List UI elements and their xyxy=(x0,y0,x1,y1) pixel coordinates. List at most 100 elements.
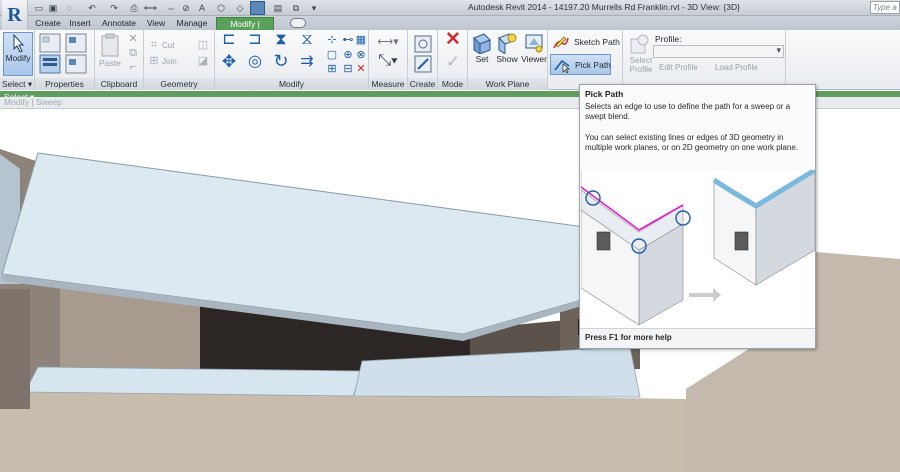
mirror-axis-icon[interactable]: ⧗ xyxy=(271,32,291,53)
panel-measure-label: Measure xyxy=(369,78,407,90)
switch-windows-icon[interactable]: ⧉ xyxy=(290,2,302,14)
cursor-arrow-icon xyxy=(13,33,25,53)
tab-annotate[interactable]: Annotate xyxy=(99,17,139,30)
cancel-edit-icon[interactable]: ✕ xyxy=(444,30,462,51)
pick-path-label: Pick Path xyxy=(575,60,611,70)
show-workplane-button[interactable]: Show xyxy=(496,32,518,64)
tab-create[interactable]: Create xyxy=(33,17,63,30)
split-element-icon[interactable]: ⊹ xyxy=(325,34,339,47)
panel-select: Modify Select ▾ xyxy=(0,30,35,90)
paste-button[interactable]: Paste xyxy=(97,32,123,68)
rotate-icon[interactable]: ↻ xyxy=(271,52,291,75)
split-gap-icon[interactable]: ⊷ xyxy=(341,34,355,47)
ribbon: Modify Select ▾ Properties Paste ✕ ⧉ ⌐ C… xyxy=(0,30,900,90)
print-icon[interactable]: ⎙ xyxy=(128,2,140,14)
cut-label[interactable]: Cut xyxy=(162,41,174,50)
copy-element-icon[interactable]: ◎ xyxy=(245,54,265,75)
cut-scissors-icon[interactable]: ✕ xyxy=(126,33,140,46)
profile-label: Profile: xyxy=(655,34,682,44)
array-icon[interactable]: ▦ xyxy=(354,34,368,47)
modify-button[interactable]: Modify xyxy=(3,32,33,76)
set-workplane-button[interactable]: Set xyxy=(471,32,493,64)
tab-insert[interactable]: Insert xyxy=(67,17,93,30)
edit-profile-label[interactable]: Edit Profile xyxy=(659,63,698,72)
panel-properties: Properties xyxy=(35,30,95,90)
measure-icon[interactable]: ⟷ xyxy=(144,2,157,14)
pin-icon[interactable]: ⊕ xyxy=(341,49,355,62)
set-label: Set xyxy=(475,54,489,64)
panel-mode-label: Mode xyxy=(438,78,467,90)
select-profile-icon xyxy=(630,34,649,54)
tab-view[interactable]: View xyxy=(144,17,168,30)
pick-path-icon xyxy=(554,59,570,73)
contextual-tab-toggle-icon[interactable] xyxy=(290,18,306,28)
undo-icon[interactable]: ↶ xyxy=(86,2,98,14)
tooltip-description: Selects an edge to use to define the pat… xyxy=(585,102,791,121)
thin-lines-button[interactable] xyxy=(250,1,265,15)
panel-mode: ✕ ✓ Mode xyxy=(438,30,468,90)
mirror-draw-icon[interactable]: ⧖ xyxy=(297,32,317,53)
text-icon[interactable]: A xyxy=(196,2,208,14)
open-icon[interactable]: ▭ xyxy=(33,2,45,14)
customize-qat-icon[interactable]: ▾ xyxy=(308,2,320,14)
tooltip-footer: Press F1 for more help xyxy=(580,328,815,348)
unpin-icon[interactable]: ⊗ xyxy=(354,49,368,62)
viewer-icon xyxy=(525,34,543,53)
sync-icon[interactable]: ◌ xyxy=(63,2,75,14)
join-icon[interactable]: ⊞ xyxy=(147,55,161,68)
tab-modify-sweep[interactable]: Modify | Sweep xyxy=(216,17,274,41)
tag-icon[interactable]: ⊘ xyxy=(180,2,192,14)
split-face-icon[interactable]: ◫ xyxy=(196,39,210,52)
extend-icon[interactable]: ⊟ xyxy=(341,63,355,76)
sketch-path-button[interactable]: Sketch Path xyxy=(550,33,620,52)
title-bar: R ▭ ▣ ◌ ↶ ↷ ⎙ ⟷ ⇔ ⊘ A ⬡ ◇ ▤ ⧉ ▾ Autodesk… xyxy=(0,0,900,30)
3d-view-icon[interactable]: ⬡ xyxy=(215,2,227,14)
lower-roof-left xyxy=(24,366,363,397)
panel-clipboard-label: Clipboard xyxy=(95,78,143,90)
panel-modify: ⊏ ⊐ ⧗ ⧖ ✥ ◎ ↻ ⇉ ⊹ ⊷ ▦ ▢ ⊕ ⊗ ⊞ ⊟ ✕ Modify xyxy=(215,30,369,90)
trim-icon[interactable]: ⊞ xyxy=(325,63,339,76)
scale-icon[interactable]: ▢ xyxy=(325,49,339,62)
delete-icon[interactable]: ✕ xyxy=(354,63,368,76)
clipboard-icon xyxy=(101,33,119,57)
move-icon[interactable]: ✥ xyxy=(219,53,239,75)
sketch-path-label: Sketch Path xyxy=(574,37,620,47)
tooltip-illustration xyxy=(580,167,817,329)
offset-icon[interactable]: ⊐ xyxy=(245,32,265,53)
panel-geometry: ⌗ Cut ⊞ Join ◫ ◪ Geometry xyxy=(144,30,215,90)
save-icon[interactable]: ▣ xyxy=(47,2,59,14)
join-label[interactable]: Join xyxy=(162,57,177,66)
measure-distance-icon[interactable]: ⟷▾ xyxy=(373,36,403,50)
cope-icon[interactable]: ⌗ xyxy=(147,39,161,52)
tab-manage[interactable]: Manage xyxy=(174,17,210,30)
load-profile-label[interactable]: Load Profile xyxy=(715,63,758,72)
grid-plane-icon xyxy=(473,33,491,54)
sketch-pencil-icon xyxy=(553,36,569,49)
properties-icons xyxy=(39,33,87,74)
app-menu-button[interactable]: R xyxy=(2,0,28,30)
section-icon[interactable]: ◇ xyxy=(234,2,246,14)
redo-icon[interactable]: ↷ xyxy=(108,2,120,14)
show-label: Show xyxy=(496,54,518,64)
copy-icon[interactable]: ⧉ xyxy=(126,47,140,60)
dimension-icon[interactable]: ⇔ xyxy=(165,2,177,14)
show-plane-icon xyxy=(498,33,517,54)
window-title: Autodesk Revit 2014 - 14197.20 Murrells … xyxy=(468,2,740,12)
panel-work-plane: Set Show Viewer Work Plane xyxy=(468,30,548,90)
panel-work-plane-label: Work Plane xyxy=(468,78,547,90)
pick-path-button[interactable]: Pick Path xyxy=(550,54,611,75)
profile-dropdown[interactable] xyxy=(653,45,784,58)
align-icon[interactable]: ⊏ xyxy=(219,32,239,53)
finish-edit-icon[interactable]: ✓ xyxy=(444,53,462,73)
search-input[interactable]: Type a k xyxy=(870,1,900,14)
trim-extend-icon[interactable]: ⇉ xyxy=(297,54,317,75)
aligned-dimension-icon[interactable]: ⤡▾ xyxy=(373,53,403,74)
paint-icon[interactable]: ◪ xyxy=(196,55,210,68)
close-hidden-icon[interactable]: ▤ xyxy=(272,2,284,14)
viewer-button[interactable]: Viewer xyxy=(521,32,547,64)
panel-select-label[interactable]: Select ▾ xyxy=(0,78,34,90)
panel-modify-label: Modify xyxy=(215,78,368,90)
select-profile-label[interactable]: Select Profile xyxy=(627,56,655,74)
modify-label: Modify xyxy=(5,53,31,63)
match-type-icon[interactable]: ⌐ xyxy=(126,61,140,74)
